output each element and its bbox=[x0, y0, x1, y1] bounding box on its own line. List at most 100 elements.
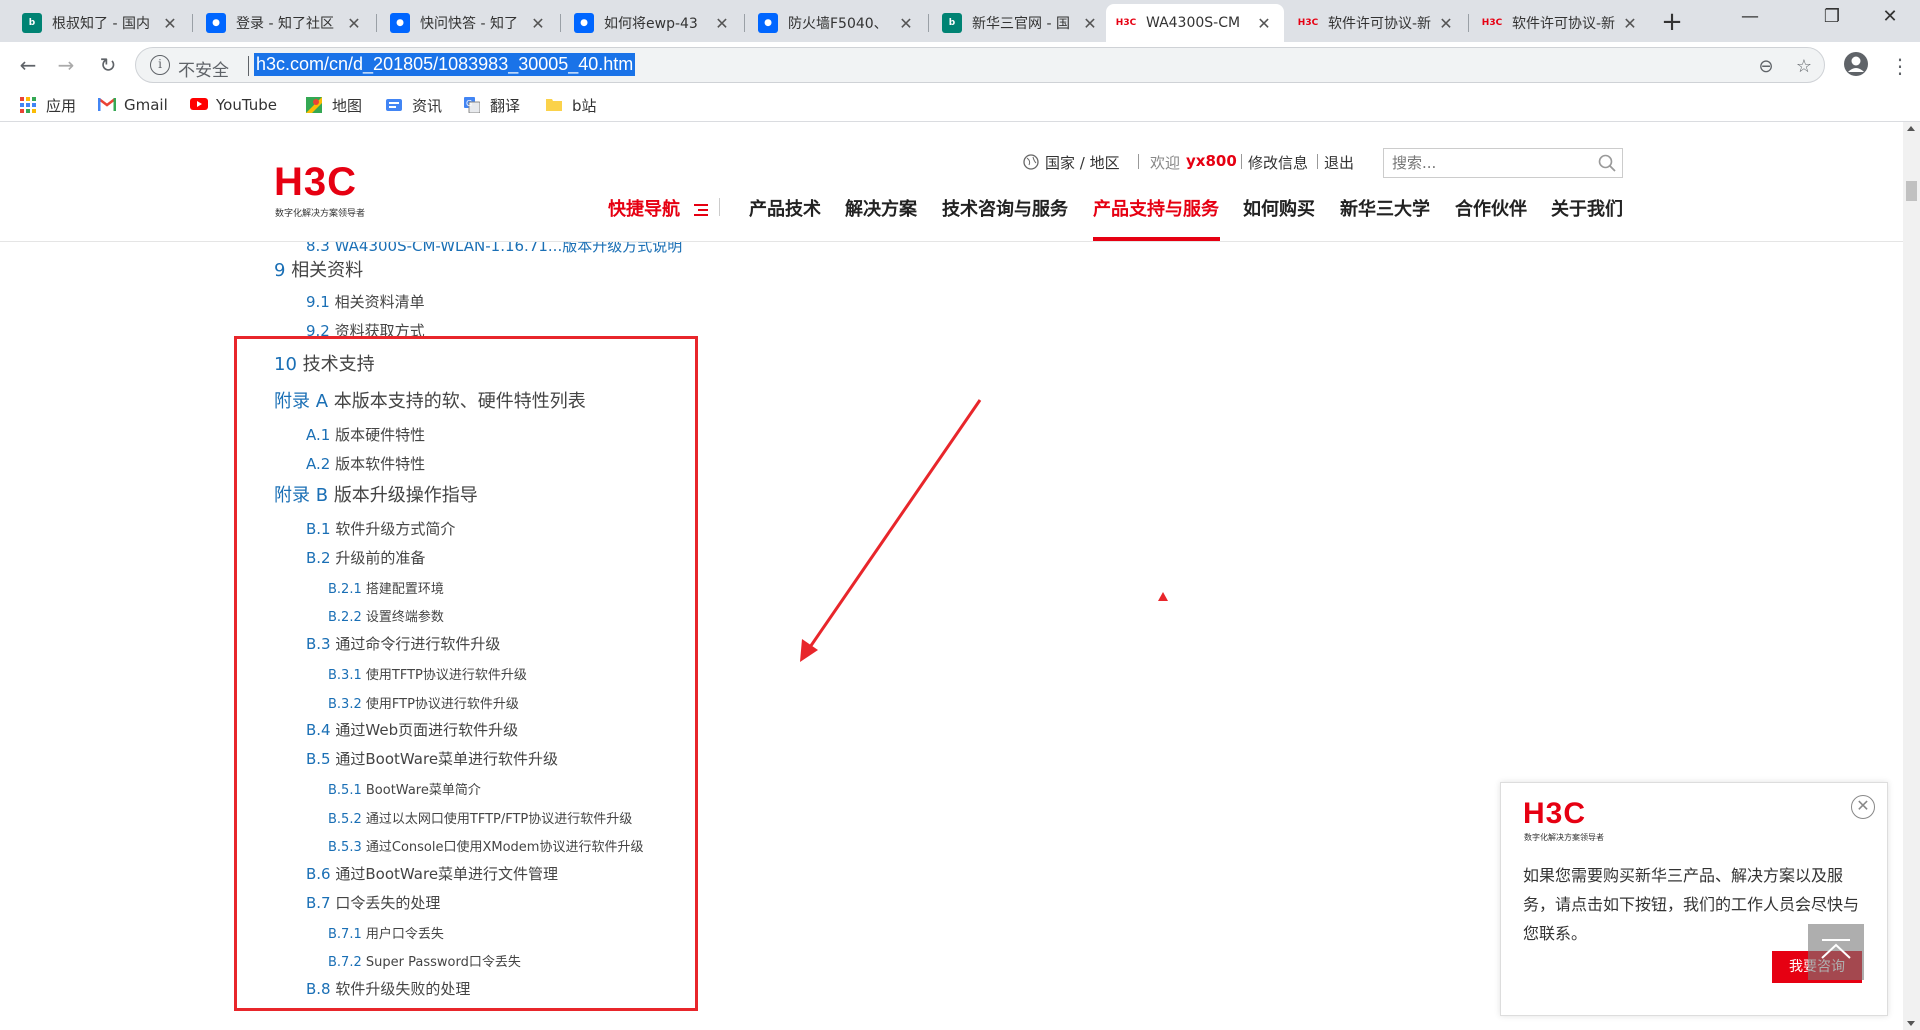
menu-kebab-icon[interactable]: ⋮ bbox=[1890, 52, 1910, 80]
maps-icon bbox=[306, 97, 324, 113]
bookmark-translate[interactable]: G 翻译 bbox=[464, 94, 520, 116]
scroll-up-icon[interactable] bbox=[1907, 126, 1915, 131]
popup-tagline: 数字化解决方案领导者 bbox=[1524, 833, 1604, 842]
bookmark-label: 应用 bbox=[46, 96, 77, 115]
zoom-icon[interactable]: ⊖ bbox=[1754, 55, 1778, 79]
back-to-top-button[interactable] bbox=[1808, 924, 1864, 980]
topbar-divider bbox=[1317, 154, 1318, 169]
bookmark-bilibili[interactable]: b站 bbox=[546, 94, 597, 116]
bookmarks-bar: 应用 Gmail YouTube 地图 资讯 G 翻译 b站 bbox=[0, 88, 1920, 122]
close-icon[interactable]: ✕ bbox=[160, 14, 180, 33]
topbar-divider bbox=[1138, 154, 1139, 169]
close-icon[interactable]: ✕ bbox=[1080, 14, 1100, 33]
close-icon[interactable]: ✕ bbox=[528, 14, 548, 33]
omnibox-separator bbox=[248, 56, 249, 76]
nav-university[interactable]: 新华三大学 bbox=[1340, 195, 1430, 221]
search-icon[interactable] bbox=[1598, 154, 1616, 172]
tab-title: 登录 - 知了社区 bbox=[236, 16, 334, 32]
popup-logo: H3C bbox=[1523, 797, 1587, 830]
tab-separator bbox=[560, 14, 561, 32]
close-icon[interactable]: ✕ bbox=[344, 14, 364, 33]
reload-icon[interactable]: ↻ bbox=[94, 51, 122, 79]
insecure-label: 不安全 bbox=[178, 61, 229, 81]
browser-tab[interactable]: b 新华三官网 - 国 ✕ bbox=[932, 4, 1110, 42]
address-bar[interactable]: i 不安全 h3c.com/cn/d_201805/1083983_30005_… bbox=[135, 47, 1825, 83]
bookmark-label: YouTube bbox=[216, 96, 277, 114]
close-icon[interactable]: ✕ bbox=[1436, 14, 1456, 33]
bookmark-star-icon[interactable]: ☆ bbox=[1792, 55, 1816, 79]
back-icon[interactable]: ← bbox=[14, 51, 42, 79]
browser-tab[interactable]: ● 登录 - 知了社区 ✕ bbox=[196, 4, 374, 42]
zhihu-icon: ● bbox=[574, 13, 594, 33]
bookmark-maps[interactable]: 地图 bbox=[306, 94, 362, 116]
h3c-icon: H3C bbox=[1115, 18, 1137, 28]
scroll-down-icon[interactable] bbox=[1907, 1021, 1915, 1026]
quick-nav-label: 快捷导航 bbox=[608, 199, 680, 220]
bookmark-news[interactable]: 资讯 bbox=[386, 94, 442, 116]
tab-title: WA4300S-CM bbox=[1146, 15, 1241, 31]
restore-icon[interactable]: ❐ bbox=[1802, 0, 1862, 34]
scrollbar-thumb[interactable] bbox=[1906, 181, 1917, 201]
url-text[interactable]: h3c.com/cn/d_201805/1083983_30005_40.htm bbox=[254, 53, 636, 76]
welcome-label: 欢迎 bbox=[1150, 154, 1181, 172]
browser-toolbar: ← → ↻ i 不安全 h3c.com/cn/d_201805/1083983_… bbox=[0, 42, 1920, 88]
nav-about-us[interactable]: 关于我们 bbox=[1551, 195, 1623, 221]
nav-products[interactable]: 产品技术 bbox=[749, 195, 821, 221]
folder-icon bbox=[546, 97, 564, 113]
quick-nav-button[interactable]: 快捷导航 bbox=[608, 195, 709, 221]
zhihu-icon: ● bbox=[758, 13, 778, 33]
bookmark-gmail[interactable]: Gmail bbox=[98, 94, 168, 116]
minimize-icon[interactable]: — bbox=[1720, 0, 1780, 34]
browser-tab[interactable]: b 根叔知了 - 国内 ✕ bbox=[12, 4, 190, 42]
nav-solutions[interactable]: 解决方案 bbox=[845, 195, 917, 221]
close-icon[interactable]: ✕ bbox=[896, 14, 916, 33]
tab-title: 防火墙F5040、 bbox=[788, 16, 888, 32]
nav-how-to-buy[interactable]: 如何购买 bbox=[1243, 195, 1315, 221]
tab-title: 快问快答 - 知了 bbox=[420, 16, 518, 32]
zhihu-icon: ● bbox=[206, 13, 226, 33]
nav-partners[interactable]: 合作伙伴 bbox=[1455, 195, 1527, 221]
browser-tab[interactable]: ● 如何将ewp-43 ✕ bbox=[564, 4, 742, 42]
bookmark-youtube[interactable]: YouTube bbox=[190, 94, 277, 116]
page-scrollbar[interactable] bbox=[1903, 122, 1920, 1030]
browser-tab-active[interactable]: H3C WA4300S-CM ✕ bbox=[1106, 4, 1284, 42]
web-page: 8.3 WA4300S-CM-WLAN-1.16.71...版本升级方式说明 H… bbox=[0, 122, 1903, 1030]
zhihu-icon: ● bbox=[390, 13, 410, 33]
profile-avatar-icon[interactable] bbox=[1842, 50, 1870, 78]
info-icon[interactable]: i bbox=[150, 55, 170, 75]
edit-info-link[interactable]: 修改信息 bbox=[1248, 152, 1308, 173]
close-icon[interactable]: ✕ bbox=[1620, 14, 1640, 33]
bookmark-label: b站 bbox=[572, 96, 597, 115]
close-icon[interactable]: ✕ bbox=[712, 14, 732, 33]
tab-separator bbox=[928, 14, 929, 32]
browser-tab[interactable]: H3C 软件许可协议-新 ✕ bbox=[1472, 4, 1650, 42]
site-search-input[interactable] bbox=[1384, 149, 1584, 177]
bookmark-label: 翻译 bbox=[490, 96, 521, 115]
browser-tab[interactable]: ● 防火墙F5040、 ✕ bbox=[748, 4, 926, 42]
bookmark-label: 资讯 bbox=[412, 96, 443, 115]
translate-icon: G bbox=[464, 97, 482, 114]
close-icon[interactable]: ✕ bbox=[1254, 14, 1274, 33]
tab-separator bbox=[376, 14, 377, 32]
nav-consulting[interactable]: 技术咨询与服务 bbox=[942, 195, 1068, 221]
site-search-box[interactable] bbox=[1383, 148, 1623, 178]
active-nav-underline bbox=[1093, 237, 1220, 241]
h3c-logo[interactable]: H3C bbox=[274, 160, 357, 205]
nav-support[interactable]: 产品支持与服务 bbox=[1093, 195, 1219, 221]
logout-link[interactable]: 退出 bbox=[1324, 152, 1354, 173]
forward-icon[interactable]: → bbox=[52, 51, 80, 79]
consult-popup: H3C 数字化解决方案领导者 ✕ 如果您需要购买新华三产品、解决方案以及服务，请… bbox=[1500, 782, 1888, 1016]
nav-divider bbox=[719, 198, 720, 216]
region-selector[interactable]: 国家 / 地区 bbox=[1045, 152, 1120, 173]
tab-separator bbox=[744, 14, 745, 32]
bookmark-apps[interactable]: 应用 bbox=[20, 94, 76, 116]
browser-tab[interactable]: H3C 软件许可协议-新 ✕ bbox=[1288, 4, 1466, 42]
new-tab-button[interactable]: + bbox=[1656, 6, 1688, 38]
browser-tab[interactable]: ● 快问快答 - 知了 ✕ bbox=[380, 4, 558, 42]
site-header: H3C 数字化解决方案领导者 国家 / 地区 欢迎 yx800 修改信息 退出 … bbox=[0, 122, 1903, 242]
close-window-icon[interactable]: ✕ bbox=[1860, 0, 1920, 34]
close-icon[interactable]: ✕ bbox=[1851, 795, 1875, 819]
apps-grid-icon bbox=[20, 97, 38, 113]
username[interactable]: yx800 bbox=[1186, 152, 1237, 170]
globe-icon bbox=[1023, 154, 1039, 170]
